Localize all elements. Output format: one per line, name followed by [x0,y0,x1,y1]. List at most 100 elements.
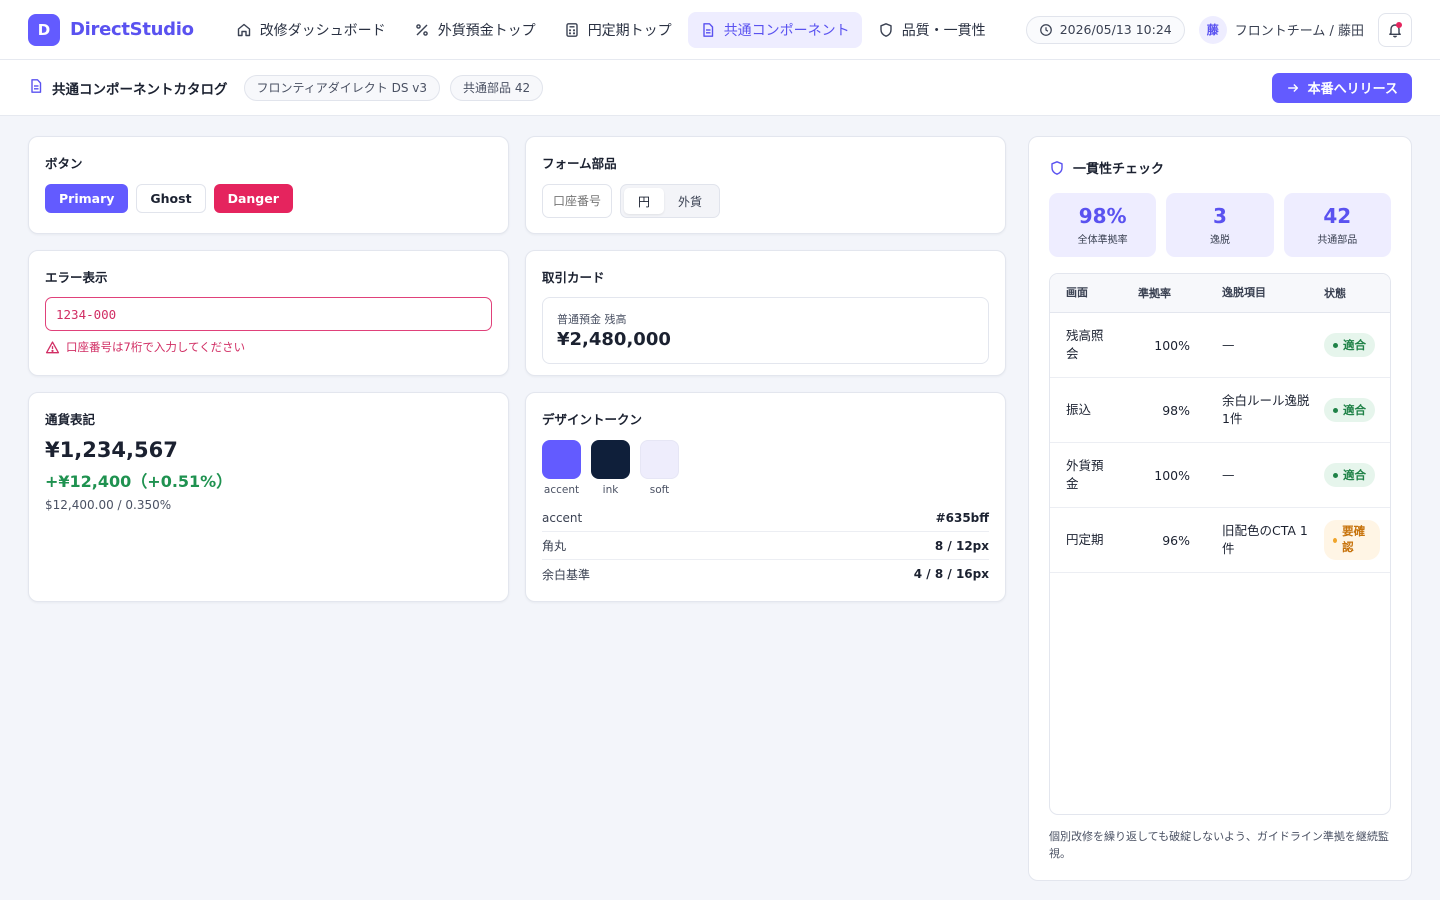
calculator-icon [565,22,578,37]
token-row: 角丸 8 / 12px [542,532,989,560]
stat-value: 42 [1323,204,1352,228]
swatch-soft[interactable]: soft [640,440,679,496]
currency-notation-card: 通貨表記 ¥1,234,567 +¥12,400（+0.51%） $12,400… [28,392,509,602]
app-logo-badge[interactable]: D [28,13,60,46]
app-name[interactable]: DirectStudio [70,19,194,40]
cell-issue: — [1222,336,1235,352]
design-system-chip: フロンティアダイレクト DS v3 [243,74,441,101]
table-row[interactable]: 円定期 96% 旧配色のCTA 1件 要確認 [1050,508,1390,573]
stat-label: 全体準拠率 [1077,235,1128,246]
document-icon [28,78,44,98]
form-parts-card: フォーム部品 円 外貨 [525,136,1006,234]
error-message-text: 口座番号は7桁で入力してください [66,340,246,354]
card-title: フォーム部品 [542,156,617,171]
table-row[interactable]: 残高照会 100% — 適合 [1050,313,1390,378]
notifications-button[interactable] [1378,12,1412,47]
cell-status: 適合 [1314,333,1390,357]
token-key: accent [542,510,583,525]
stat-compliance: 98% 全体準拠率 [1049,193,1157,257]
stat-label: 共通部品 [1317,235,1358,246]
swatch-label: accent [543,484,580,496]
cell-status: 要確認 [1314,520,1390,560]
column-header-rate[interactable]: 準拠率 [1122,285,1202,301]
avatar: 藤 [1198,15,1227,44]
cell-rate: 100% [1154,467,1190,483]
cell-screen: 外貨預金 [1066,457,1104,491]
table-header: 画面 準拠率 逸脱項目 状態 [1050,274,1390,313]
top-navigation-bar: D DirectStudio 改修ダッシュボード 外貨預金トップ 円定期トップ … [0,0,1440,60]
buttons-card: ボタン Primary Ghost Danger [28,136,509,234]
currency-main-amount: ¥1,234,567 [45,438,178,462]
swatch-color [591,440,630,479]
token-value: 8 / 12px [934,538,989,553]
compliance-table: 画面 準拠率 逸脱項目 状態 残高照会 100% — 適合 振込 98% 余白ル… [1049,273,1391,815]
notification-dot [1396,21,1402,28]
cell-status: 適合 [1314,463,1390,487]
card-title: エラー表示 [45,270,108,285]
form-samples: 円 外貨 [542,184,989,218]
page-title: 共通コンポーネントカタログ [52,81,228,98]
nav-item-time-deposit[interactable]: 円定期トップ [552,12,684,48]
error-input[interactable] [45,297,492,331]
swatch-color [640,440,679,479]
nav-item-label: 円定期トップ [587,22,672,39]
stats-row: 98% 全体準拠率 3 逸脱 42 共通部品 [1049,193,1391,257]
balance-label: 普通預金 残高 [557,313,627,326]
user-menu[interactable]: 藤 フロントチーム / 藤田 [1198,15,1364,44]
token-key: 余白基準 [542,567,591,582]
status-badge: 適合 [1324,333,1375,357]
transaction-card-section: 取引カード 普通預金 残高 ¥2,480,000 [525,250,1006,376]
user-name: フロントチーム / 藤田 [1234,24,1364,39]
page-header: 共通コンポーネントカタログ フロンティアダイレクト DS v3 共通部品 42 … [0,60,1440,116]
release-button-label: 本番へリリース [1307,82,1398,97]
cell-rate: 98% [1162,402,1190,418]
datetime-text: 2026/05/13 10:24 [1059,22,1172,37]
arrow-right-icon [1287,83,1298,92]
column-header-issue[interactable]: 逸脱項目 [1202,285,1314,301]
shield-icon [1051,160,1063,175]
cell-screen: 残高照会 [1066,327,1104,361]
nav-item-components[interactable]: 共通コンポーネント [687,11,862,48]
account-number-input[interactable] [542,184,612,218]
card-title: 取引カード [542,270,605,285]
cell-issue: 余白ルール逸脱 1件 [1222,392,1310,426]
header-right: 2026/05/13 10:24 藤 フロントチーム / 藤田 [1025,12,1412,47]
table-row[interactable]: 外貨預金 100% — 適合 [1050,443,1390,508]
table-row[interactable]: 振込 98% 余白ルール逸脱 1件 適合 [1050,378,1390,443]
column-header-screen[interactable]: 画面 [1050,285,1122,301]
cell-screen: 振込 [1066,401,1092,417]
segment-yen[interactable]: 円 [624,188,665,214]
token-row: accent #635bff [542,504,989,532]
release-button[interactable]: 本番へリリース [1271,72,1412,103]
nav-item-dashboard[interactable]: 改修ダッシュボード [224,12,398,48]
swatch-ink[interactable]: ink [591,440,630,496]
panel-note: 個別改修を繰り返しても破綻しないよう、ガイドライン準拠を継続監視。 [1049,830,1389,860]
token-value: 4 / 8 / 16px [913,567,989,581]
swatch-label: ink [602,484,619,496]
primary-button[interactable]: Primary [45,184,129,213]
button-samples: Primary Ghost Danger [45,184,492,213]
token-row: 余白基準 4 / 8 / 16px [542,560,989,588]
panel-title: 一貫性チェック [1073,162,1165,177]
segment-foreign[interactable]: 外貨 [664,188,716,214]
panel-header: 一貫性チェック [1049,158,1391,177]
column-header-status[interactable]: 状態 [1314,285,1390,301]
card-title: デザイントークン [542,412,643,427]
percent-icon [415,23,428,36]
token-key: 角丸 [542,539,567,553]
danger-button[interactable]: Danger [213,184,293,213]
warning-icon [45,340,60,353]
transaction-card[interactable]: 普通預金 残高 ¥2,480,000 [542,297,989,364]
ghost-button[interactable]: Ghost [136,184,206,213]
card-title: 通貨表記 [45,412,96,427]
home-icon [237,23,250,36]
nav-item-fx-deposit[interactable]: 外貨預金トップ [402,12,548,48]
stat-label: 逸脱 [1209,235,1230,246]
swatch-accent[interactable]: accent [542,440,581,496]
token-list: accent #635bff 角丸 8 / 12px 余白基準 4 / 8 / … [542,504,989,588]
nav-item-quality[interactable]: 品質・一貫性 [866,12,998,48]
stat-value: 98% [1078,204,1127,228]
status-badge: 要確認 [1324,520,1380,560]
error-message: 口座番号は7桁で入力してください [45,339,492,355]
nav-item-label: 共通コンポーネント [723,22,850,39]
